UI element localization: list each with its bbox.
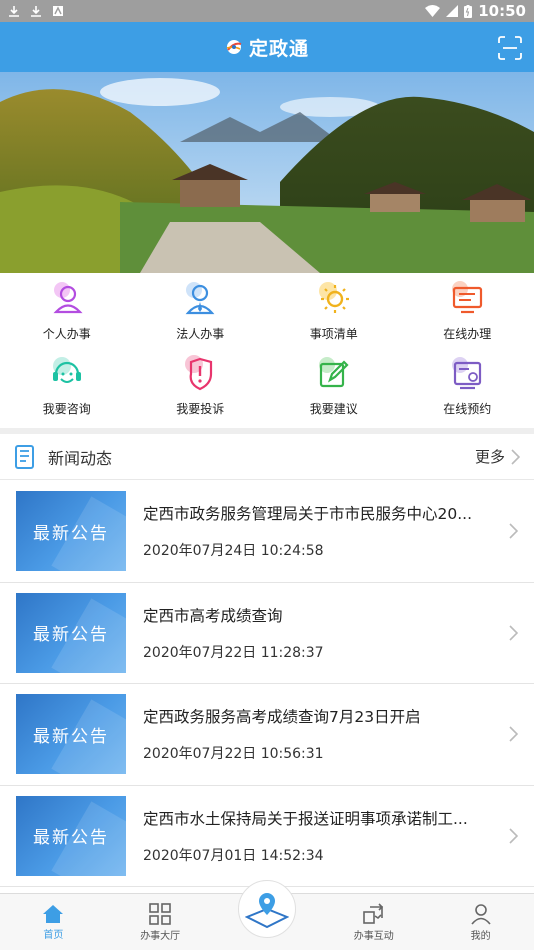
thumbnail-label: 最新公告	[33, 828, 109, 849]
nav-label: 办事互动	[353, 930, 394, 942]
chevron-right-icon	[509, 726, 518, 742]
app-logo-icon	[226, 40, 242, 54]
home-icon	[43, 904, 64, 923]
news-list-item[interactable]: 最新公告 定西市政务服务管理局关于市市民服务中心20... 2020年07月24…	[0, 481, 534, 583]
news-date: 2020年07月24日 10:24:58	[143, 543, 324, 560]
grid-label: 法人办事	[176, 327, 225, 341]
grid-item-suggest[interactable]: 我要建议	[267, 354, 401, 429]
nav-label: 我的	[470, 930, 491, 942]
grid-label: 我要建议	[309, 402, 358, 416]
consult-icon	[52, 357, 81, 383]
complaint-icon	[185, 355, 213, 391]
grid-label: 在线办理	[443, 327, 492, 341]
grid-item-personal[interactable]: 个人办事	[0, 279, 134, 354]
thumbnail-label: 最新公告	[33, 726, 109, 747]
grid-item-online-handle[interactable]: 在线办理	[401, 279, 534, 354]
news-title: 定西市政务服务管理局关于市市民服务中心20...	[143, 505, 473, 524]
banner-landscape	[0, 72, 534, 273]
grid-item-appointment[interactable]: 在线预约	[401, 354, 534, 429]
download-icon	[31, 6, 41, 17]
news-date: 2020年07月22日 11:28:37	[143, 644, 324, 661]
nav-label: 首页	[43, 929, 64, 941]
news-date: 2020年07月01日 14:52:34	[143, 847, 324, 864]
news-thumbnail: 最新公告	[16, 592, 126, 673]
news-section-header: 新闻动态 更多	[0, 434, 534, 480]
suggest-icon	[318, 357, 349, 388]
chevron-right-icon	[511, 448, 520, 465]
banner-image[interactable]	[0, 72, 534, 273]
grid-label: 在线预约	[443, 402, 492, 416]
news-title: 定西市水土保持局关于报送证明事项承诺制工...	[143, 809, 468, 828]
sun-list-icon	[318, 282, 349, 313]
map-location-button[interactable]	[238, 880, 296, 938]
wifi-icon	[425, 5, 441, 17]
service-grid: 个人办事 法人办事 事项清单 在线办理 我要咨询 我要投诉 我要建议 在线预约	[0, 273, 534, 428]
grid-item-consult[interactable]: 我要咨询	[0, 354, 134, 429]
more-label: 更多	[474, 448, 505, 466]
news-list-item[interactable]: 最新公告 定西政务服务高考成绩查询7月23日开启 2020年07月22日 10:…	[0, 684, 534, 786]
news-list: 最新公告 定西市政务服务管理局关于市市民服务中心20... 2020年07月24…	[0, 481, 534, 887]
nav-item-hall[interactable]: 办事大厅	[107, 894, 214, 950]
chevron-right-icon	[509, 523, 518, 539]
news-date: 2020年07月22日 10:56:31	[143, 746, 324, 763]
grid-item-legal-person[interactable]: 法人办事	[134, 279, 268, 354]
thumbnail-label: 最新公告	[33, 625, 109, 646]
app-notification-icon	[53, 6, 63, 16]
battery-icon	[464, 4, 473, 18]
news-list-item[interactable]: 最新公告 定西市水土保持局关于报送证明事项承诺制工... 2020年07月01日…	[0, 786, 534, 887]
download-icon	[9, 6, 19, 17]
more-link[interactable]: 更多	[475, 446, 520, 467]
nav-label: 办事大厅	[140, 930, 181, 942]
news-section-title: 新闻动态	[48, 448, 113, 468]
map-pin-icon	[245, 893, 289, 929]
news-thumbnail: 最新公告	[16, 491, 126, 572]
app-header: 定政通	[0, 22, 534, 72]
monitor-icon	[452, 281, 483, 314]
grid-label: 我要咨询	[42, 402, 91, 416]
news-list-item[interactable]: 最新公告 定西市高考成绩查询 2020年07月22日 11:28:37	[0, 583, 534, 684]
chevron-right-icon	[509, 827, 518, 844]
grid-label: 个人办事	[42, 327, 91, 341]
grid-label: 我要投诉	[176, 402, 225, 416]
grid-item-item-list[interactable]: 事项清单	[267, 279, 401, 354]
news-icon	[15, 444, 34, 469]
legal-person-icon	[185, 282, 215, 315]
nav-item-interact[interactable]: 办事互动	[320, 894, 427, 950]
interact-icon	[362, 902, 383, 924]
news-thumbnail: 最新公告	[16, 795, 126, 876]
hall-icon	[149, 902, 171, 925]
appointment-icon	[452, 357, 482, 390]
grid-item-complaint[interactable]: 我要投诉	[134, 354, 268, 429]
news-title: 定西市高考成绩查询	[143, 606, 283, 625]
news-title: 定西政务服务高考成绩查询7月23日开启	[143, 708, 421, 727]
profile-icon	[470, 903, 491, 925]
grid-label: 事项清单	[309, 327, 358, 341]
signal-icon	[446, 5, 459, 17]
clock: 10:50	[478, 2, 526, 20]
person-icon	[53, 282, 83, 314]
nav-item-home[interactable]: 首页	[0, 894, 107, 950]
news-thumbnail: 最新公告	[16, 694, 126, 775]
chevron-right-icon	[509, 624, 518, 641]
status-bar: 10:50	[0, 0, 534, 22]
nav-item-profile[interactable]: 我的	[427, 894, 534, 950]
scan-icon[interactable]	[498, 36, 522, 60]
page-title: 定政通	[248, 37, 309, 60]
thumbnail-label: 最新公告	[33, 523, 109, 544]
